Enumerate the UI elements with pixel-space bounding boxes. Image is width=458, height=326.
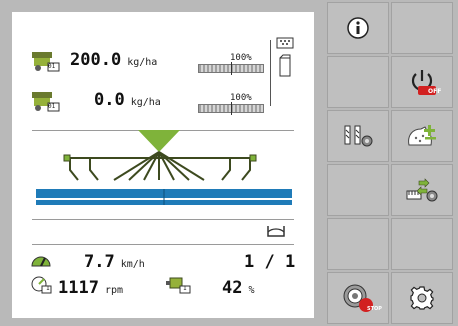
speedometer-icon	[31, 256, 51, 267]
add-seed-button[interactable]	[391, 110, 453, 162]
info-button[interactable]	[327, 2, 389, 54]
empty-softkey-5[interactable]	[391, 218, 453, 270]
seed-meter-1-icon	[32, 52, 60, 72]
transfer-settings-icon	[406, 178, 438, 202]
rate-2-bar	[198, 102, 264, 115]
fill-level-icon	[166, 277, 191, 294]
tramline-counter: 1 / 1	[244, 252, 296, 272]
info-icon	[347, 17, 369, 39]
speed-value: 7.7	[84, 252, 115, 272]
empty-softkey-2[interactable]	[327, 56, 389, 108]
settings-button[interactable]	[391, 272, 453, 324]
seed-drill-boom-icon	[36, 130, 292, 205]
fan-readout: 1117 rpm	[58, 278, 123, 298]
fill-value: 42	[222, 278, 243, 298]
softkey-panel: OFF STOP	[327, 2, 453, 324]
seed-meter-2-badge: 01	[48, 103, 56, 110]
rate-1-value: 200.0	[70, 50, 122, 70]
tramline-marker-icon	[267, 226, 285, 237]
fill-readout: 42 %	[222, 278, 255, 298]
seed-meter-1-badge: 01	[48, 63, 56, 70]
hopper-divider	[270, 40, 271, 106]
rate-2-unit: kg/ha	[130, 97, 161, 108]
speed-readout: 7.7 km/h	[84, 252, 145, 272]
rate-1-bar	[198, 62, 264, 75]
isobus-terminal-screen: 01 200.0 kg/ha 100% 01 0.0 kg/ha 100% 7.…	[0, 0, 458, 326]
power-off-button[interactable]: OFF	[391, 56, 453, 108]
speed-unit: km/h	[120, 259, 145, 270]
tramline-settings-button[interactable]	[327, 110, 389, 162]
seed-meter-2-icon	[32, 92, 60, 112]
fill-unit: %	[248, 285, 255, 296]
rate-2-value: 0.0	[94, 90, 125, 110]
transfer-settings-button[interactable]	[391, 164, 453, 216]
metering-stop-badge: STOP	[367, 306, 382, 312]
empty-softkey-4[interactable]	[327, 218, 389, 270]
power-off-badge: OFF	[428, 88, 442, 95]
empty-softkey-1[interactable]	[391, 2, 453, 54]
hopper-icon	[276, 37, 294, 77]
gear-icon	[410, 286, 434, 310]
empty-softkey-3[interactable]	[327, 164, 389, 216]
rate-2-readout: 0.0 kg/ha	[94, 90, 161, 110]
fan-value: 1117	[58, 278, 99, 298]
metering-stop-button[interactable]: STOP	[327, 272, 389, 324]
divider-bottom	[32, 244, 294, 245]
fan-unit: rpm	[104, 285, 124, 296]
rate-1-percent: 100%	[230, 53, 252, 63]
fill-badge: 1	[183, 285, 187, 292]
divider-mid	[32, 219, 294, 220]
rate-2-percent: 100%	[230, 93, 252, 103]
tramline-settings-icon	[344, 125, 373, 147]
rate-1-unit: kg/ha	[127, 57, 158, 68]
work-screen: 01 200.0 kg/ha 100% 01 0.0 kg/ha 100% 7.…	[12, 12, 314, 318]
add-seed-icon	[408, 125, 436, 146]
fan-badge: 1	[46, 285, 50, 292]
rate-1-readout: 200.0 kg/ha	[70, 50, 157, 70]
